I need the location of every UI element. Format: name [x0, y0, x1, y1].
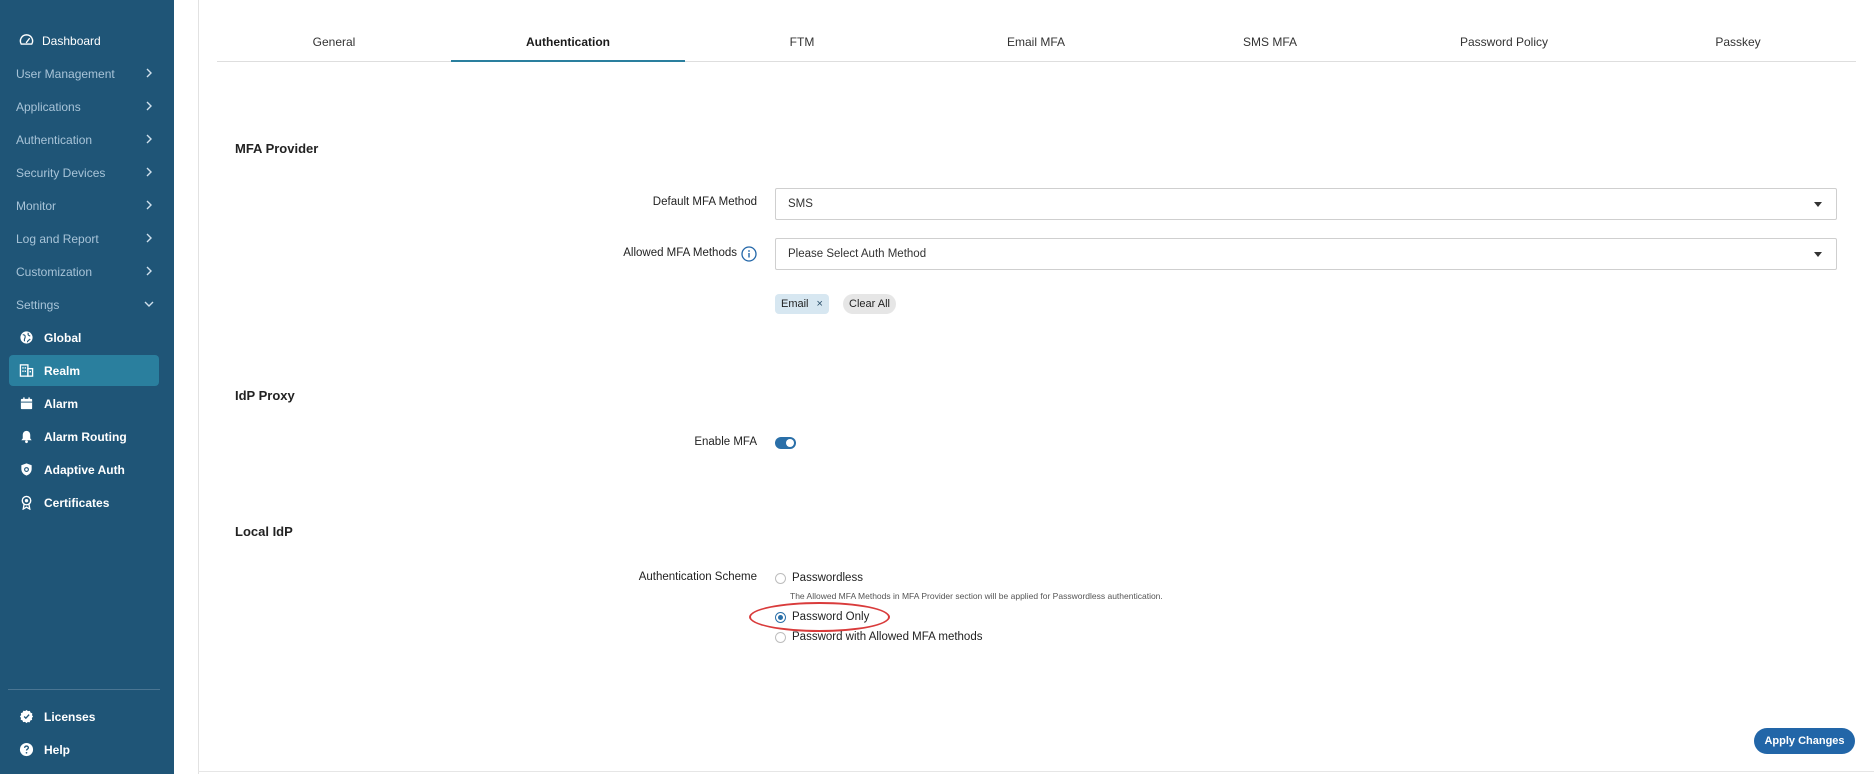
- sidebar-item-label: Applications: [16, 99, 81, 114]
- sidebar-item-certificates[interactable]: Certificates: [9, 487, 159, 518]
- idp-proxy-heading: IdP Proxy: [235, 388, 295, 403]
- sidebar-item-applications[interactable]: Applications: [9, 91, 159, 122]
- chevron-right-icon: [143, 199, 155, 211]
- help-icon: [17, 741, 35, 759]
- sidebar-item-realm[interactable]: Realm: [9, 355, 159, 386]
- tab-authentication[interactable]: Authentication: [451, 28, 685, 62]
- shield-icon: [17, 461, 35, 479]
- sidebar-item-adaptive-auth[interactable]: Adaptive Auth: [9, 454, 159, 485]
- chip-label: Email: [781, 298, 809, 310]
- apply-changes-button[interactable]: Apply Changes: [1754, 728, 1855, 754]
- sidebar-item-monitor[interactable]: Monitor: [9, 190, 159, 221]
- radio-password-with-mfa[interactable]: Password with Allowed MFA methods: [775, 631, 982, 643]
- sidebar-item-customization[interactable]: Customization: [9, 256, 159, 287]
- allowed-mfa-methods-label: Allowed MFA Methods: [623, 247, 737, 259]
- sidebar: Dashboard User Management Applications A…: [0, 0, 174, 774]
- radio-passwordless[interactable]: Passwordless: [775, 572, 863, 584]
- default-mfa-method-select[interactable]: SMS: [775, 188, 1837, 220]
- selected-method-chip: Email ×: [775, 294, 829, 314]
- sidebar-item-label: Monitor: [16, 198, 57, 213]
- sidebar-item-log-and-report[interactable]: Log and Report: [9, 223, 159, 254]
- sidebar-item-label: Customization: [16, 264, 93, 279]
- sidebar-item-label: Global: [44, 330, 82, 345]
- clear-all-button[interactable]: Clear All: [843, 294, 896, 314]
- sidebar-item-label: Authentication: [16, 132, 93, 147]
- allowed-mfa-methods-placeholder: Please Select Auth Method: [788, 248, 927, 260]
- chevron-right-icon: [143, 67, 155, 79]
- default-mfa-method-label: Default MFA Method: [652, 196, 757, 208]
- sidebar-item-label: Alarm: [44, 396, 79, 411]
- enable-mfa-toggle[interactable]: [775, 437, 796, 449]
- default-mfa-method-value: SMS: [788, 198, 813, 210]
- sidebar-item-label: User Management: [16, 66, 115, 81]
- calendar-icon: [17, 395, 35, 413]
- sidebar-item-label: Log and Report: [16, 231, 99, 246]
- chip-remove-icon[interactable]: ×: [817, 298, 823, 310]
- chevron-down-icon: [143, 298, 155, 310]
- main-panel-border: [198, 0, 199, 774]
- sidebar-item-security-devices[interactable]: Security Devices: [9, 157, 159, 188]
- sidebar-item-help[interactable]: Help: [9, 734, 159, 765]
- sidebar-item-licenses[interactable]: Licenses: [9, 701, 159, 732]
- globe-icon: [17, 329, 35, 347]
- certificate-badge-icon: [17, 494, 35, 512]
- tab-passkey[interactable]: Passkey: [1621, 28, 1855, 61]
- radio-button[interactable]: [775, 631, 786, 643]
- sidebar-item-settings[interactable]: Settings: [9, 289, 159, 320]
- sidebar-item-authentication[interactable]: Authentication: [9, 124, 159, 155]
- building-icon: [17, 362, 35, 380]
- sidebar-item-label: Certificates: [44, 495, 110, 510]
- main-panel-bottom-border: [198, 771, 1874, 772]
- tab-general[interactable]: General: [217, 28, 451, 61]
- annotation-highlight-ellipse: [749, 602, 890, 632]
- chevron-right-icon: [143, 166, 155, 178]
- enable-mfa-label: Enable MFA: [694, 436, 757, 448]
- sidebar-divider: [8, 689, 160, 690]
- sidebar-item-label: Dashboard: [42, 33, 101, 48]
- tab-email-mfa[interactable]: Email MFA: [919, 28, 1153, 61]
- chevron-right-icon: [143, 133, 155, 145]
- dashboard-gauge-icon: [17, 32, 35, 50]
- bell-icon: [17, 428, 35, 446]
- sidebar-item-label: Adaptive Auth: [44, 462, 125, 477]
- sidebar-item-alarm-routing[interactable]: Alarm Routing: [9, 421, 159, 452]
- radio-button[interactable]: [775, 572, 786, 584]
- toggle-knob: [786, 439, 794, 447]
- sidebar-item-label: Alarm Routing: [44, 429, 127, 444]
- sidebar-item-label: Realm: [44, 363, 81, 378]
- passwordless-hint: The Allowed MFA Methods in MFA Provider …: [790, 591, 1163, 601]
- mfa-provider-heading: MFA Provider: [235, 141, 319, 156]
- sidebar-item-label: Security Devices: [16, 165, 106, 180]
- caret-down-icon: [1814, 252, 1822, 257]
- chevron-right-icon: [143, 232, 155, 244]
- info-icon[interactable]: [741, 246, 757, 262]
- authentication-scheme-label: Authentication Scheme: [638, 571, 757, 583]
- allowed-mfa-methods-select[interactable]: Please Select Auth Method: [775, 238, 1837, 270]
- settings-tabs: General Authentication FTM Email MFA SMS…: [217, 28, 1856, 62]
- chevron-right-icon: [143, 100, 155, 112]
- tab-sms-mfa[interactable]: SMS MFA: [1153, 28, 1387, 61]
- tab-password-policy[interactable]: Password Policy: [1387, 28, 1621, 61]
- sidebar-item-global[interactable]: Global: [9, 322, 159, 353]
- sidebar-item-label: Settings: [16, 297, 60, 312]
- license-seal-icon: [17, 708, 35, 726]
- sidebar-item-alarm[interactable]: Alarm: [9, 388, 159, 419]
- sidebar-item-dashboard[interactable]: Dashboard: [9, 25, 159, 56]
- radio-label: Passwordless: [792, 572, 863, 584]
- sidebar-item-user-management[interactable]: User Management: [9, 58, 159, 89]
- radio-label: Password with Allowed MFA methods: [792, 631, 983, 643]
- tab-ftm[interactable]: FTM: [685, 28, 919, 61]
- sidebar-item-label: Help: [44, 742, 71, 757]
- local-idp-heading: Local IdP: [235, 524, 293, 539]
- chevron-right-icon: [143, 265, 155, 277]
- sidebar-item-label: Licenses: [44, 709, 96, 724]
- caret-down-icon: [1814, 202, 1822, 207]
